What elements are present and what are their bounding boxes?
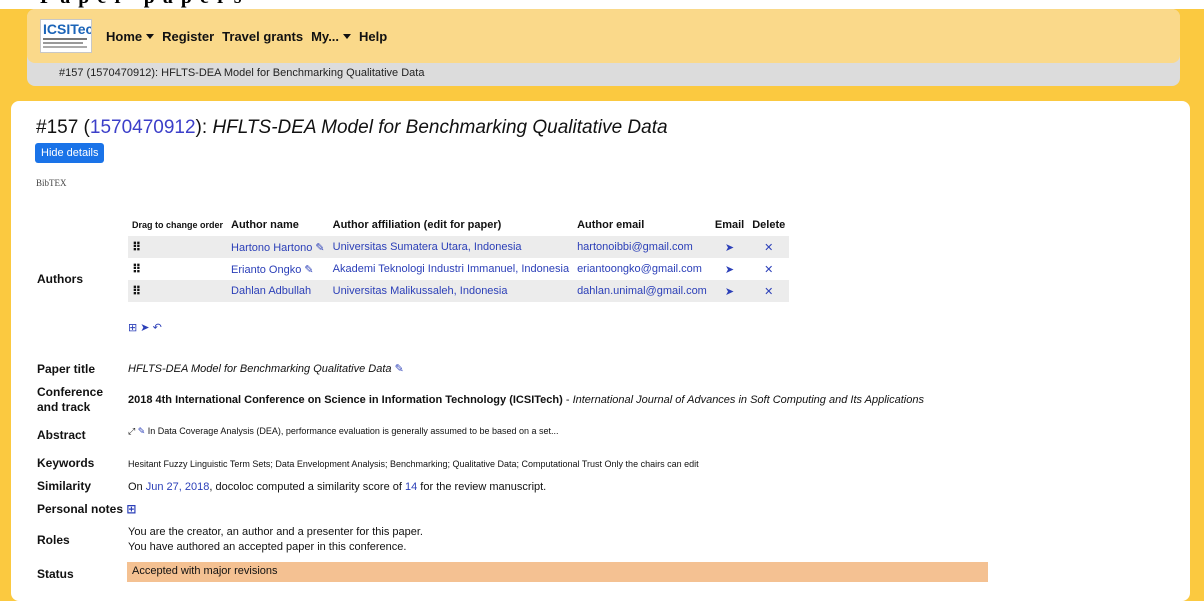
logo-text: ICSITech [43,21,91,37]
nav-my[interactable]: My... [311,28,352,44]
send-email-icon[interactable]: ➤ [725,241,734,254]
paper-panel: #157 (1570470912): HFLTS-DEA Model for B… [11,101,1190,601]
abstract-label: Abstract [37,428,86,442]
nav-help-label: Help [359,28,388,44]
paper-number: #157 ( [36,117,90,138]
col-drag: Drag to change order [132,220,224,230]
conference-label-line2: and track [37,400,91,414]
nav-travel-grants[interactable]: Travel grants [222,29,303,44]
paper-id-link[interactable]: 1570470912 [90,117,196,138]
similarity-pre: On [128,481,146,493]
table-row: ⠿ Erianto Ongko ✎ Akademi Teknologi Indu… [128,258,789,280]
drag-handle-icon[interactable]: ⠿ [128,280,228,302]
title-sep: ): [195,117,213,138]
table-row: ⠿ Hartono Hartono ✎ Universitas Sumatera… [128,236,790,258]
similarity-label: Similarity [37,479,92,493]
paper-title-value: HFLTS-DEA Model for Benchmarking Qualita… [128,362,404,377]
track-name: International Journal of Advances in Sof… [572,394,924,406]
add-author-icon[interactable]: ⊞ [128,322,137,334]
edit-icon[interactable]: ✎ [315,241,324,254]
nav-help[interactable]: Help [359,29,387,44]
col-author-name: Author name [231,219,299,231]
keywords-value: Hesitant Fuzzy Linguistic Term Sets; Dat… [128,459,699,469]
paper-title-text: HFLTS-DEA Model for Benchmarking Qualita… [128,363,392,375]
header: ICSITech Home Register Travel grants My.… [27,9,1180,86]
send-email-icon[interactable]: ➤ [725,263,734,276]
conference-label: Conference and track [37,385,103,415]
nav-register[interactable]: Register [162,29,214,44]
nav-register-label: Register [162,28,215,44]
author-affiliation-link[interactable]: Universitas Sumatera Utara, Indonesia [333,241,522,253]
status-text: Accepted with major revisions [132,565,278,577]
add-note-icon[interactable]: ⊞ [126,502,136,517]
col-affiliation: Author affiliation (edit for paper) [332,219,502,231]
author-email-link[interactable]: hartonoibbi@gmail.com [577,241,693,253]
expand-icon[interactable]: ⤢ [128,426,135,436]
caret-down-icon [146,33,155,39]
nav-home-label: Home [106,28,143,44]
edit-icon[interactable]: ✎ [395,362,404,377]
conference-value: 2018 4th International Conference on Sci… [128,393,924,408]
hide-details-button[interactable]: Hide details [35,143,105,163]
similarity-score-link[interactable]: 14 [405,481,417,493]
col-delete: Delete [752,219,786,231]
send-email-icon[interactable]: ➤ [725,285,734,298]
icsitech-logo[interactable]: ICSITech [40,19,92,53]
roles-line1: You are the creator, an author and a pre… [128,526,423,538]
breadcrumb: #157 (1570470912): HFLTS-DEA Model for B… [59,67,425,79]
personal-notes-text: Personal notes [37,502,124,516]
nav-my-label: My... [311,28,340,44]
roles-value: You are the creator, an author and a pre… [128,525,423,555]
author-email-link[interactable]: eriantoongko@gmail.com [577,263,702,275]
navbar: ICSITech Home Register Travel grants My.… [27,9,1180,63]
author-affiliation-link[interactable]: Universitas Malikussaleh, Indonesia [333,285,508,297]
paper-title-heading: HFLTS-DEA Model for Benchmarking Qualita… [212,117,668,138]
col-email-action: Email [714,219,745,231]
undo-icon[interactable]: ↶ [153,322,162,334]
delete-author-icon[interactable]: ✕ [764,285,773,298]
email-all-icon[interactable]: ➤ [140,322,149,334]
delete-author-icon[interactable]: ✕ [764,263,773,276]
author-name-link[interactable]: Dahlan Adbullah [231,285,311,297]
table-row: ⠿ Dahlan Adbullah Universitas Malikussal… [128,280,790,302]
edit-icon[interactable]: ✎ [138,424,146,439]
conference-name: 2018 4th International Conference on Sci… [128,394,563,406]
drag-handle-icon[interactable]: ⠿ [128,258,227,280]
authors-table: Drag to change order Author name Author … [128,214,790,302]
paper-title-label: Paper title [37,362,96,376]
roles-line2: You have authored an accepted paper in t… [128,541,407,553]
page-title: #157 (1570470912): HFLTS-DEA Model for B… [36,117,668,139]
similarity-post: for the review manuscript. [417,481,547,493]
authors-label: Authors [37,272,83,286]
author-name-link[interactable]: Hartono Hartono [231,242,312,254]
abstract-text: In Data Coverage Analysis (DEA), perform… [147,426,559,436]
col-email: Author email [577,219,645,231]
drag-handle-icon[interactable]: ⠿ [128,236,228,258]
personal-notes-label: Personal notes ⊞ [37,502,136,517]
nav-travel-grants-label: Travel grants [222,28,304,44]
similarity-value: On Jun 27, 2018, docoloc computed a simi… [128,480,546,495]
status-label: Status [37,567,74,581]
author-affiliation-link[interactable]: Akademi Teknologi Industri Immanuel, Ind… [333,263,569,275]
author-email-link[interactable]: dahlan.unimal@gmail.com [577,285,707,297]
bibtex-link[interactable]: BibTEX [36,178,67,188]
caret-down-icon [343,33,352,39]
roles-label: Roles [37,533,70,547]
page-header-cutoff: Paper papers [0,0,1204,9]
delete-author-icon[interactable]: ✕ [764,241,773,254]
keywords-label: Keywords [37,456,95,470]
track-sep: - [562,394,573,406]
author-name-link[interactable]: Erianto Ongko [231,264,301,276]
nav-home[interactable]: Home [106,28,155,44]
similarity-mid: , docoloc computed a similarity score of [209,481,405,493]
author-tools: ⊞ ➤ ↶ [128,321,162,334]
edit-icon[interactable]: ✎ [304,263,313,276]
conference-label-line1: Conference [37,385,104,399]
similarity-date-link[interactable]: Jun 27, 2018 [146,481,210,493]
abstract-value: ⤢ ✎ In Data Coverage Analysis (DEA), per… [128,424,559,439]
status-badge: Accepted with major revisions [127,562,988,582]
